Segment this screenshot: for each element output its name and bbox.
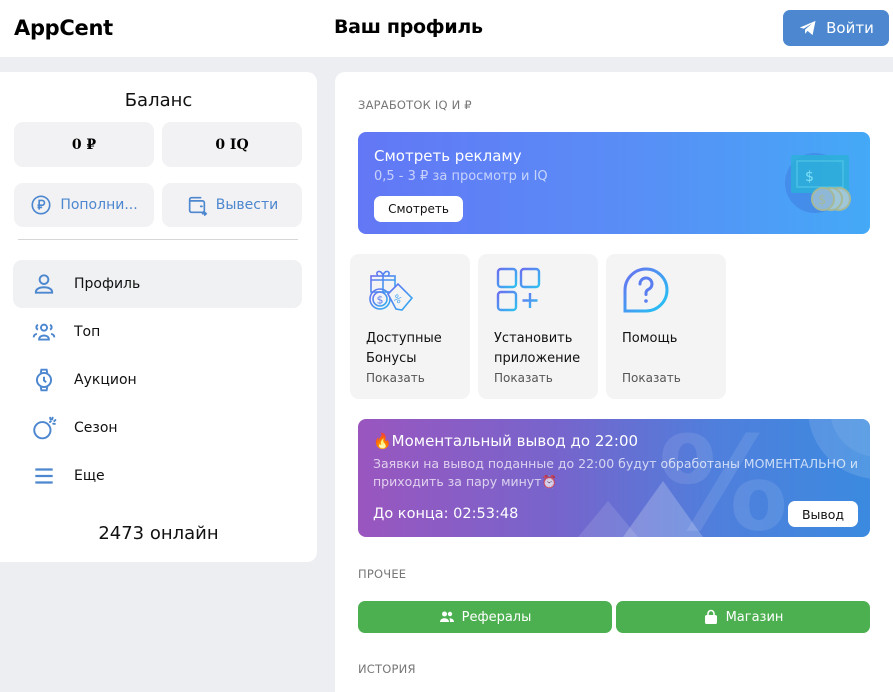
main-panel: ЗАРАБОТОК IQ И ₽ Смотреть рекламу 0,5 - …	[335, 72, 893, 692]
sidebar-item-label: Сезон	[74, 420, 118, 436]
tile-show-link[interactable]: Показать	[494, 371, 553, 385]
bomb-icon	[33, 416, 57, 440]
wallet-icon	[188, 196, 208, 216]
watch-ad-button[interactable]: Смотреть	[374, 196, 463, 222]
ad-card-subtitle: 0,5 - 3 ₽ за просмотр и IQ	[374, 169, 548, 184]
users-group-icon	[32, 323, 56, 341]
withdraw-label: Вывести	[215, 197, 279, 213]
sidebar-item-label: Топ	[74, 324, 101, 340]
tile-title: Доступные Бонусы	[366, 331, 442, 366]
tile-show-link[interactable]: Показать	[622, 371, 681, 385]
ad-card-title: Смотреть рекламу	[374, 147, 522, 165]
login-button[interactable]: Войти	[783, 10, 889, 46]
shopping-bag-icon	[704, 609, 717, 624]
tile-install-app[interactable]: Установить приложение Показать	[478, 254, 598, 399]
sidebar-item-label: Профиль	[74, 276, 141, 292]
topup-label: Пополни...	[60, 197, 138, 213]
svg-text:$: $	[377, 294, 384, 307]
ruble-circle-icon	[31, 195, 51, 215]
balance-rub: 0 ₽	[14, 122, 154, 167]
svg-text:$: $	[818, 193, 826, 208]
withdraw-now-button[interactable]: Вывод	[788, 501, 858, 527]
sidebar-item-more[interactable]: Еще	[13, 452, 302, 500]
user-icon	[34, 274, 54, 294]
bonus-gift-icon: $ %	[369, 270, 414, 311]
balance-iq: 0 IQ	[162, 122, 302, 167]
svg-text:$: $	[805, 169, 814, 185]
sidebar-divider	[18, 239, 298, 240]
sidebar: Баланс 0 ₽ 0 IQ Пополни... Вывести Профи…	[0, 72, 317, 562]
sidebar-item-profile[interactable]: Профиль	[13, 260, 302, 308]
withdraw-button[interactable]: Вывести	[162, 183, 302, 227]
balance-title: Баланс	[124, 90, 193, 111]
tile-help[interactable]: Помощь Показать	[606, 254, 726, 399]
telegram-plane-icon	[799, 20, 816, 36]
online-count: 2473 онлайн	[98, 523, 219, 544]
tile-show-link[interactable]: Показать	[366, 371, 425, 385]
promo-title: 🔥Моментальный вывод до 22:00	[373, 432, 639, 450]
money-icon: $ $	[785, 153, 851, 213]
sidebar-item-top[interactable]: Топ	[13, 308, 302, 356]
tile-title: Помощь	[622, 331, 678, 346]
watch-icon	[35, 368, 53, 392]
top-bar: AppCent Ваш профиль Войти	[0, 0, 893, 57]
topup-button[interactable]: Пополни...	[14, 183, 154, 227]
sidebar-item-label: Аукцион	[74, 372, 137, 388]
tile-bonuses[interactable]: $ % Доступные Бонусы Показать	[350, 254, 470, 399]
menu-icon	[35, 468, 53, 484]
apps-add-icon	[496, 267, 541, 312]
shop-button[interactable]: Магазин	[616, 601, 870, 633]
sidebar-item-season[interactable]: Сезон	[13, 404, 302, 452]
promo-countdown: До конца: 02:53:48	[373, 506, 519, 522]
app-logo[interactable]: AppCent	[14, 16, 113, 40]
shop-label: Магазин	[725, 609, 784, 625]
referrals-label: Рефералы	[461, 609, 532, 625]
users-icon	[439, 611, 454, 622]
watch-ads-card[interactable]: Смотреть рекламу 0,5 - 3 ₽ за просмотр и…	[358, 132, 870, 234]
sidebar-nav: Профиль Топ Аукцион Сезон Еще	[13, 260, 302, 500]
instant-withdraw-card: % 🔥Моментальный вывод до 22:00 Заявки на…	[358, 419, 870, 537]
section-label-earn: ЗАРАБОТОК IQ И ₽	[358, 98, 472, 112]
promo-text: Заявки на вывод поданные до 22:00 будут …	[373, 456, 859, 489]
help-question-icon	[623, 267, 669, 313]
page-title: Ваш профиль	[334, 16, 483, 38]
sidebar-item-label: Еще	[74, 468, 105, 484]
tile-title: Установить приложение	[494, 331, 581, 366]
sidebar-item-auction[interactable]: Аукцион	[13, 356, 302, 404]
section-label-history: ИСТОРИЯ	[358, 662, 416, 676]
section-label-other: ПРОЧЕЕ	[358, 567, 407, 581]
login-label: Войти	[826, 19, 874, 37]
referrals-button[interactable]: Рефералы	[358, 601, 612, 633]
